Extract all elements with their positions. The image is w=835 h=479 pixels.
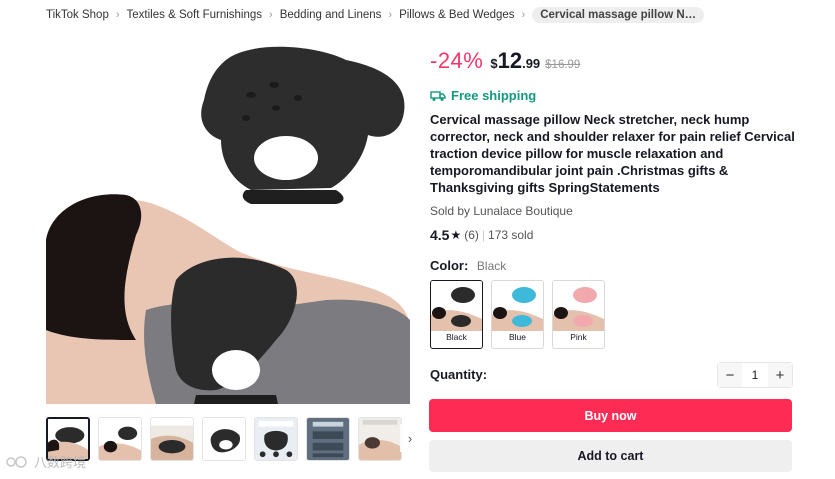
thumbnail-5[interactable] [254,417,298,461]
breadcrumb-link[interactable]: Pillows & Bed Wedges [399,9,514,21]
discount-badge: -24% [430,48,484,73]
color-option-blue[interactable]: Blue [491,280,544,349]
product-info: -24% $ 12 .99 $16.99 Free shipping Cervi… [429,48,795,472]
color-option-pink[interactable]: Pink [552,280,605,349]
price-row: -24% $ 12 .99 $16.99 [430,48,795,78]
thumbnail-3[interactable] [150,417,194,461]
color-option-label: Blue [508,332,526,342]
star-icon: ★ [450,228,462,242]
product-title: Cervical massage pillow Neck stretcher, … [430,112,795,195]
color-label-text: Color: [430,258,469,273]
quantity-stepper: − 1 + [717,362,793,388]
thumbnail-2[interactable] [98,417,142,461]
review-count: (6) [464,228,479,242]
main-product-image[interactable] [46,40,410,404]
quantity-label: Quantity: [430,367,488,382]
add-to-cart-button[interactable]: Add to cart [429,440,792,472]
breadcrumb: TikTok Shop › Textiles & Soft Furnishing… [46,6,705,24]
price-decimal: .99 [522,56,541,71]
color-option-label: Black [446,332,467,342]
chevron-right-icon: › [388,9,393,21]
color-label: Color: Black [430,258,506,273]
thumbnail-6[interactable] [306,417,350,461]
breadcrumb-link[interactable]: TikTok Shop [46,9,109,21]
chevron-right-icon[interactable]: › [400,424,420,452]
original-price: $16.99 [545,59,581,71]
decrement-button[interactable]: − [718,363,742,387]
chevron-right-icon: › [521,9,526,21]
free-shipping: Free shipping [430,88,536,103]
rating-summary[interactable]: 4.5 ★ (6) | 173 sold [430,227,533,243]
thumbnail-7[interactable] [358,417,402,461]
thumbnail-strip: › [46,416,420,462]
watermark-logo-icon [6,455,27,468]
shipping-label: Free shipping [451,88,537,103]
breadcrumb-link[interactable]: Textiles & Soft Furnishings [127,9,263,21]
color-option-label: Pink [570,332,587,342]
watermark-text: 八数跨境 [34,455,87,470]
divider: | [481,228,486,242]
breadcrumb-current: Cervical massage pillow Neck... [532,7,705,23]
price-currency: $ [490,56,498,71]
quantity-input[interactable]: 1 [742,368,768,382]
rating-value: 4.5 [430,227,450,243]
thumbnail-4[interactable] [202,417,246,461]
price-integer: 12 [497,48,523,73]
color-options: Black Blue Pink [430,280,605,349]
chevron-right-icon: › [115,9,120,21]
watermark: 八数跨境 [6,452,86,471]
breadcrumb-link[interactable]: Bedding and Linens [280,9,382,21]
increment-button[interactable]: + [768,363,792,387]
pillow-illustration [201,46,405,204]
truck-icon [430,90,446,101]
model-illustration [46,194,410,404]
seller-name[interactable]: Sold by Lunalace Boutique [430,204,573,218]
sold-count: 173 sold [488,228,534,242]
buy-now-button[interactable]: Buy now [429,399,792,432]
chevron-right-icon: › [269,9,273,21]
color-selected-value: Black [476,259,507,273]
color-option-black[interactable]: Black [430,280,483,349]
